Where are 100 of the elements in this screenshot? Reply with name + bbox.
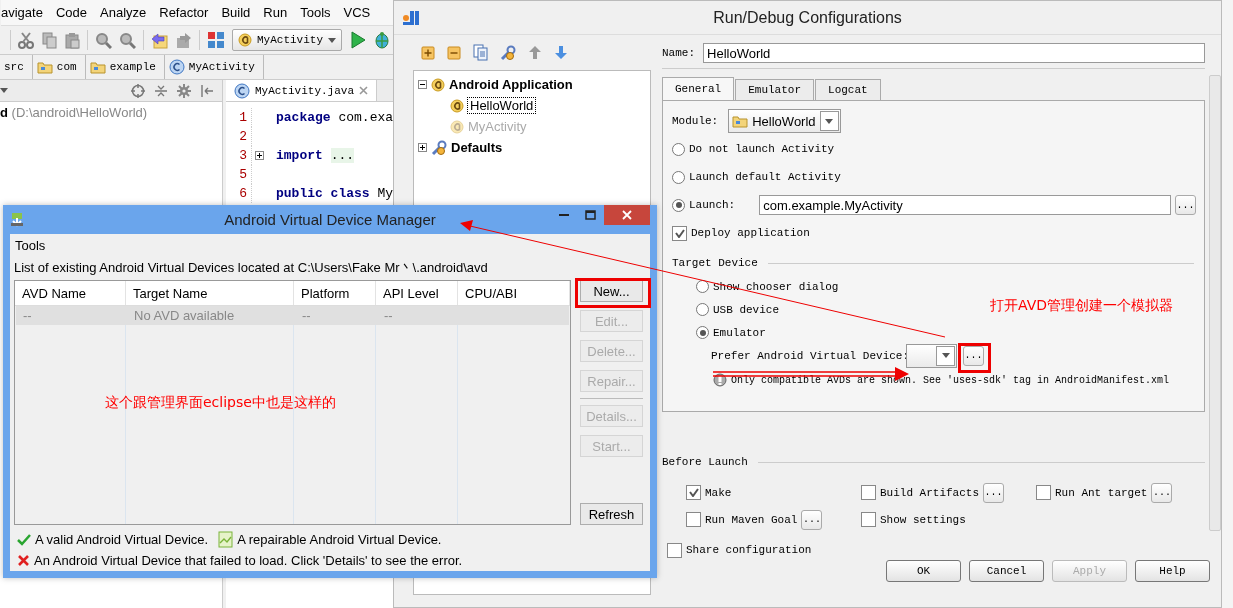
line-number: 5 xyxy=(226,165,252,184)
close-icon[interactable] xyxy=(359,86,369,95)
dialog-button[interactable]: Help xyxy=(1135,560,1210,582)
menu-item[interactable]: Build xyxy=(221,5,251,20)
android-app-icon xyxy=(431,77,445,92)
menu-item[interactable]: Run xyxy=(263,5,288,20)
editor-tab[interactable]: MyActivity.java xyxy=(226,80,378,101)
radio-button[interactable] xyxy=(696,303,709,316)
breadcrumb-item[interactable]: src xyxy=(0,55,33,79)
run-config-dropdown[interactable]: MyActivity xyxy=(232,29,342,51)
radio-button[interactable] xyxy=(672,142,685,156)
minimize-icon xyxy=(558,214,569,216)
tree-item[interactable]: Defaults xyxy=(451,140,503,155)
project-root[interactable]: d (D:\android\HelloWorld) xyxy=(0,102,222,120)
action-button[interactable]: Refresh xyxy=(580,503,643,525)
run-icon[interactable] xyxy=(349,31,366,49)
check-mark-icon xyxy=(674,228,685,238)
menu-item[interactable]: Code xyxy=(55,5,87,20)
radio-button[interactable] xyxy=(672,198,685,212)
browse-button[interactable]: ... xyxy=(983,482,1005,503)
browse-button[interactable]: ... xyxy=(1175,195,1196,215)
browse-button[interactable]: ... xyxy=(963,345,984,366)
menu-item[interactable]: Tools xyxy=(15,238,46,253)
paste-icon[interactable] xyxy=(64,31,80,49)
class-icon xyxy=(168,59,185,75)
tab[interactable]: General xyxy=(662,77,735,100)
menu-item[interactable]: Analyze xyxy=(100,5,147,20)
grid-icon[interactable] xyxy=(207,31,225,49)
line-number: 2 xyxy=(226,127,252,146)
browse-button[interactable]: ... xyxy=(1151,482,1173,503)
radio-button[interactable] xyxy=(696,326,709,339)
legend-text: An Android Virtual Device that failed to load. Click 'Details' to see the error. xyxy=(34,553,463,568)
radio-button[interactable] xyxy=(696,280,709,293)
collapse-icon[interactable] xyxy=(418,80,427,89)
wrench-icon[interactable] xyxy=(500,44,516,61)
table-cell-text: -- xyxy=(383,307,394,325)
breadcrumb-item[interactable]: com xyxy=(32,55,86,79)
caret-icon[interactable] xyxy=(0,88,8,93)
caret-icon xyxy=(825,118,834,124)
menu-item[interactable]: avigate xyxy=(1,5,43,20)
warning-icon xyxy=(713,373,727,387)
up-arrow-icon[interactable] xyxy=(528,45,542,60)
browse-button[interactable]: ... xyxy=(801,509,823,530)
back-arrow-icon[interactable] xyxy=(151,31,168,49)
annotation-text: 打开AVD管理创建一个模拟器 xyxy=(990,297,1174,315)
menu-item[interactable]: VCS xyxy=(343,5,371,20)
fold-icon[interactable] xyxy=(255,151,264,160)
column-header[interactable]: AVD Name xyxy=(15,281,126,305)
legend-text: A valid Android Virtual Device. xyxy=(35,532,209,547)
code-line: package com.exa xyxy=(276,109,394,127)
scrollbar[interactable] xyxy=(1209,75,1221,531)
target-icon[interactable] xyxy=(131,83,145,98)
activity-field[interactable]: com.example.MyActivity xyxy=(759,195,1171,215)
radio-button[interactable] xyxy=(672,170,685,184)
gear-icon[interactable] xyxy=(177,83,191,98)
cut-icon[interactable] xyxy=(18,31,34,49)
tab[interactable]: Emulator xyxy=(735,79,815,100)
copy-icon[interactable] xyxy=(473,44,488,61)
pin-icon[interactable] xyxy=(200,83,214,98)
debug-icon[interactable] xyxy=(373,31,391,49)
column-header[interactable]: CPU/ABI xyxy=(458,281,570,305)
folder-icon xyxy=(732,114,749,128)
checkbox[interactable] xyxy=(861,512,876,527)
tree-item[interactable]: HelloWorld xyxy=(468,98,536,113)
down-arrow-icon[interactable] xyxy=(554,45,568,60)
column-header[interactable]: Platform xyxy=(294,281,376,305)
remove-icon[interactable] xyxy=(447,45,461,60)
forward-arrow-icon[interactable] xyxy=(175,31,192,49)
column-header[interactable]: API Level xyxy=(376,281,458,305)
search-icon[interactable] xyxy=(119,31,136,49)
tree-item[interactable]: Android Application xyxy=(449,77,573,92)
name-field[interactable]: HelloWorld xyxy=(703,43,1205,63)
search-icon[interactable] xyxy=(95,31,112,49)
close-button[interactable] xyxy=(604,205,650,225)
dialog-button[interactable]: Cancel xyxy=(969,560,1044,582)
tab[interactable]: Logcat xyxy=(815,79,881,100)
avd-dropdown[interactable] xyxy=(906,343,957,368)
field-label: Prefer Android Virtual Device: xyxy=(711,349,906,362)
checkbox[interactable] xyxy=(1036,485,1051,500)
check-icon xyxy=(17,533,31,546)
menu-item[interactable]: Refactor xyxy=(159,5,209,20)
checkbox[interactable] xyxy=(861,485,876,500)
option-label: Deploy application xyxy=(691,227,810,239)
add-icon[interactable] xyxy=(421,45,435,60)
expand-icon[interactable] xyxy=(418,143,427,152)
dialog-button[interactable]: OK xyxy=(886,560,961,582)
line-number: 3 xyxy=(226,146,252,165)
column-header[interactable]: Target Name xyxy=(126,281,294,305)
section-title: Target Device xyxy=(672,257,758,269)
breadcrumb-item[interactable]: MyActivity xyxy=(164,55,264,79)
checkbox[interactable] xyxy=(667,542,682,558)
line-number: 1 xyxy=(226,108,252,127)
checkbox[interactable] xyxy=(672,225,687,241)
module-dropdown[interactable]: HelloWorld xyxy=(728,109,841,133)
checkbox[interactable] xyxy=(686,512,701,527)
action-button[interactable]: New... xyxy=(580,280,643,302)
breadcrumb-item[interactable]: example xyxy=(85,55,165,79)
checkbox[interactable] xyxy=(686,485,701,500)
menu-item[interactable]: Tools xyxy=(300,5,331,20)
copy-icon[interactable] xyxy=(41,31,57,49)
